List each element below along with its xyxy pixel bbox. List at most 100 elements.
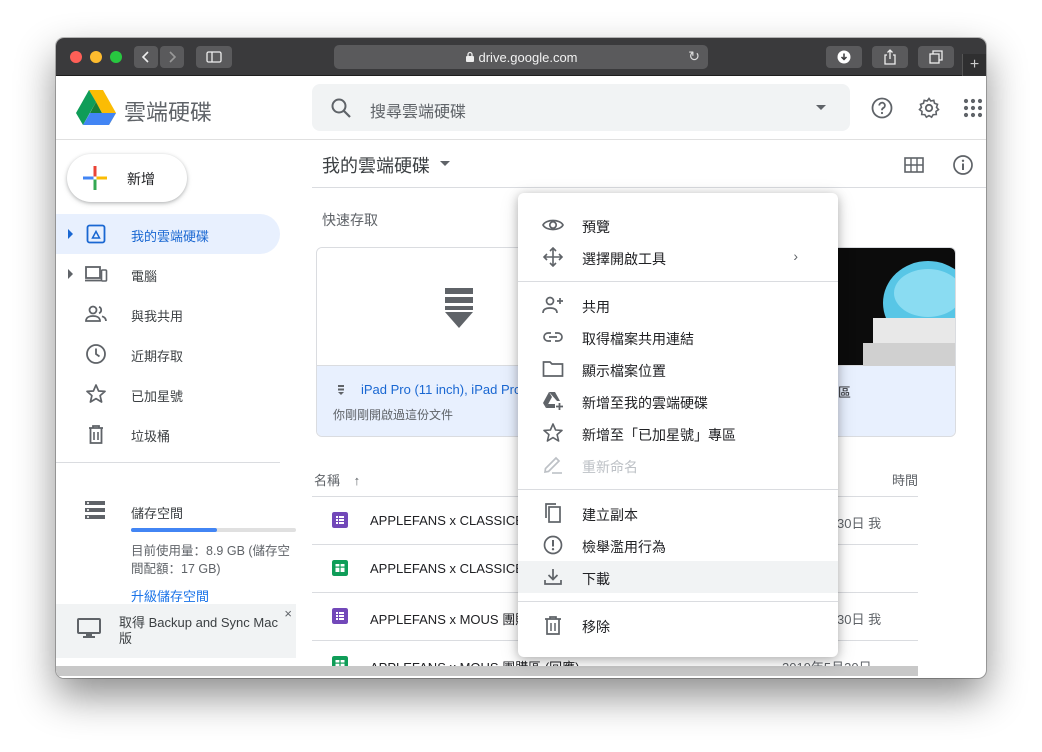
- trash-icon: [89, 425, 103, 444]
- reload-icon[interactable]: ↻: [688, 48, 700, 65]
- file-name: APPLEFANS x CLASSICBO: [370, 513, 535, 528]
- forward-button[interactable]: [160, 46, 184, 68]
- info-icon[interactable]: [952, 154, 974, 176]
- doc-type-icon: [338, 385, 344, 395]
- sidebar-item-label: 已加星號: [131, 389, 184, 404]
- chevron-down-icon[interactable]: [440, 161, 450, 166]
- close-icon[interactable]: ×: [284, 606, 292, 621]
- menu-item-make-copy[interactable]: 建立副本: [518, 497, 838, 529]
- column-header-label: 名稱: [314, 473, 341, 488]
- new-tab-button[interactable]: +: [962, 54, 986, 76]
- storage-label[interactable]: 儲存空間: [131, 503, 183, 522]
- menu-item-add-to-drive[interactable]: 新增至我的雲端硬碟: [518, 385, 838, 417]
- add-person-icon: [542, 296, 563, 314]
- search-box[interactable]: 搜尋雲端硬碟: [312, 84, 850, 131]
- context-menu: 預覽 選擇開啟工具 › 共用 取得檔案共用連結 顯示檔案位置 新增至我的雲端硬碟…: [518, 193, 838, 657]
- lock-icon: [465, 51, 474, 62]
- upgrade-storage-link[interactable]: 升級儲存空間: [131, 586, 209, 605]
- menu-item-label: 重新命名: [582, 459, 638, 475]
- menu-item-download[interactable]: 下載: [518, 561, 838, 593]
- url-text: drive.google.com: [478, 49, 578, 65]
- trash-icon: [545, 616, 561, 635]
- plus-icon: +: [969, 56, 980, 73]
- shared-people-icon: [85, 305, 107, 322]
- minimize-window-button[interactable]: [90, 51, 102, 63]
- close-window-button[interactable]: [70, 51, 82, 63]
- sidebar-item-label: 我的雲端硬碟: [131, 229, 210, 244]
- menu-item-preview[interactable]: 預覽: [518, 209, 838, 241]
- menu-item-share[interactable]: 共用: [518, 289, 838, 321]
- expand-arrow-icon[interactable]: [68, 229, 73, 239]
- new-button-label: 新增: [127, 171, 155, 187]
- breadcrumb[interactable]: 我的雲端硬碟: [322, 152, 430, 178]
- drive-add-icon: [543, 392, 563, 410]
- link-icon: [543, 332, 563, 342]
- monitor-icon: [77, 618, 101, 638]
- forms-file-icon: [332, 512, 348, 528]
- app-name: 雲端硬碟: [124, 100, 213, 125]
- back-button[interactable]: [134, 46, 158, 68]
- app-header: 雲端硬碟 搜尋雲端硬碟: [56, 76, 986, 140]
- file-name: APPLEFANS x CLASSICBO: [370, 561, 535, 576]
- zoom-window-button[interactable]: [110, 51, 122, 63]
- apps-grid-icon[interactable]: [961, 96, 985, 120]
- copy-icon: [545, 503, 561, 523]
- name-column-header[interactable]: 名稱 ↑: [314, 470, 360, 489]
- document-download-icon: [445, 288, 473, 328]
- download-icon: [837, 50, 851, 64]
- sidebar-item-trash[interactable]: 垃圾桶: [56, 414, 280, 454]
- settings-icon[interactable]: [917, 96, 941, 120]
- search-input[interactable]: 搜尋雲端硬碟: [370, 98, 466, 122]
- menu-item-add-to-starred[interactable]: 新增至「已加星號」專區: [518, 417, 838, 449]
- star-icon: [543, 423, 563, 442]
- product-photo-image: [863, 261, 955, 366]
- storage-progress-fill: [131, 528, 217, 532]
- grid-view-icon[interactable]: [904, 157, 924, 173]
- downloads-button[interactable]: [826, 46, 862, 68]
- sidebar-item-computers[interactable]: 電腦: [56, 254, 280, 294]
- horizontal-scrollbar[interactable]: [56, 666, 918, 676]
- expand-arrow-icon[interactable]: [68, 269, 73, 279]
- search-options-icon[interactable]: [816, 105, 826, 110]
- search-icon[interactable]: [330, 97, 352, 119]
- menu-divider: [518, 601, 838, 602]
- sidebar-toggle-button[interactable]: [196, 46, 232, 68]
- menu-item-report-abuse[interactable]: 檢舉濫用行為: [518, 529, 838, 561]
- sidebar-item-my-drive[interactable]: 我的雲端硬碟: [56, 214, 280, 254]
- menu-item-remove[interactable]: 移除: [518, 609, 838, 641]
- star-icon: [86, 384, 106, 403]
- help-icon[interactable]: [870, 96, 894, 120]
- tabs-button[interactable]: [918, 46, 954, 68]
- sidebar-item-starred[interactable]: 已加星號: [56, 374, 280, 414]
- menu-item-show-location[interactable]: 顯示檔案位置: [518, 353, 838, 385]
- menu-item-get-link[interactable]: 取得檔案共用連結: [518, 321, 838, 353]
- backup-promo-text: 取得 Backup and Sync Mac 版: [119, 615, 278, 646]
- sort-arrow-icon[interactable]: ↑: [354, 473, 361, 488]
- drive-logo-icon[interactable]: [76, 90, 116, 126]
- sidebar-item-recent[interactable]: 近期存取: [56, 334, 280, 374]
- storage-progress-bar: [131, 528, 296, 532]
- menu-item-label: 預覽: [582, 219, 610, 235]
- modified-column-header[interactable]: 時間: [892, 470, 918, 489]
- menu-item-label: 移除: [582, 619, 610, 635]
- pencil-icon: [543, 456, 562, 474]
- eye-icon: [542, 219, 564, 231]
- chevron-right-icon: [169, 51, 177, 63]
- menu-item-label: 新增至我的雲端硬碟: [582, 395, 708, 411]
- share-button[interactable]: [872, 46, 908, 68]
- folder-icon: [542, 361, 564, 377]
- menu-item-label: 顯示檔案位置: [582, 363, 666, 379]
- menu-item-rename: 重新命名: [518, 449, 838, 481]
- clock-icon: [86, 344, 106, 364]
- menu-item-open-with[interactable]: 選擇開啟工具 ›: [518, 241, 838, 273]
- new-button[interactable]: 新增: [67, 154, 187, 202]
- menu-divider: [518, 489, 838, 490]
- file-modified: 30日 我: [837, 612, 882, 627]
- backup-sync-promo[interactable]: 取得 Backup and Sync Mac 版 ×: [56, 604, 296, 658]
- report-icon: [543, 535, 563, 555]
- address-bar[interactable]: drive.google.com ↻: [334, 45, 708, 69]
- sidebar-item-label: 與我共用: [131, 309, 184, 324]
- menu-item-label: 建立副本: [582, 507, 638, 523]
- sidebar-divider: [56, 462, 280, 463]
- sidebar-item-shared-with-me[interactable]: 與我共用: [56, 294, 280, 334]
